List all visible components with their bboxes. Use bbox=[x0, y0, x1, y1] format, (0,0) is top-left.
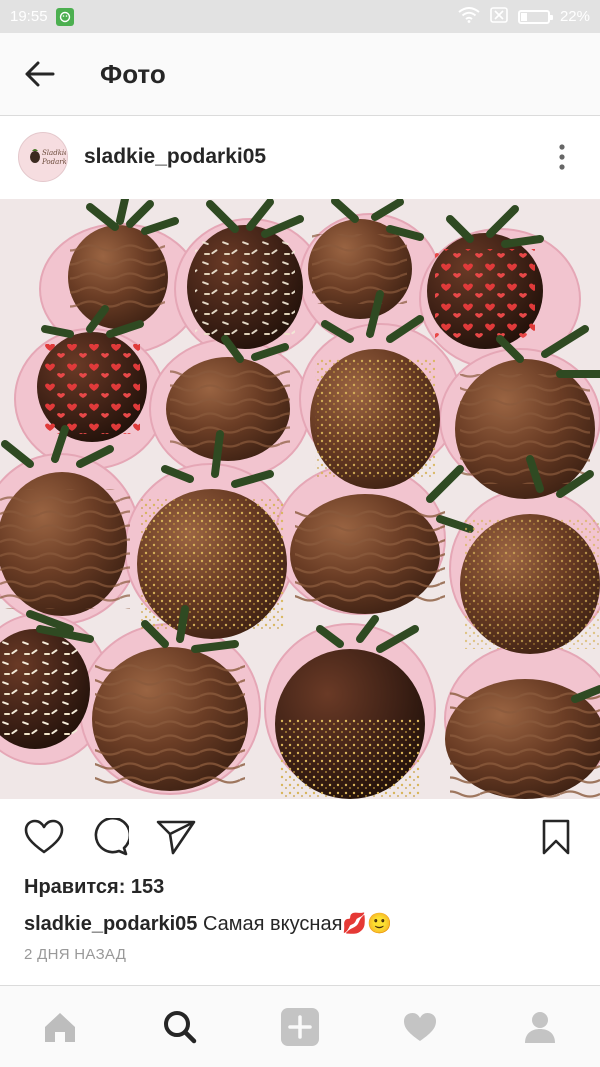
share-button[interactable] bbox=[154, 815, 198, 859]
likes-count[interactable]: Нравится: 153 bbox=[24, 876, 164, 899]
caption-username[interactable]: sladkie_podarki05 bbox=[24, 913, 197, 935]
likes-label: Нравится: bbox=[24, 876, 126, 898]
bookmark-icon bbox=[542, 819, 570, 855]
battery-icon bbox=[517, 9, 553, 24]
wifi-icon bbox=[458, 6, 480, 27]
profile-icon bbox=[525, 1011, 555, 1043]
nav-add[interactable] bbox=[270, 997, 330, 1057]
back-button[interactable] bbox=[0, 33, 80, 115]
post-header: Sladkie Podarki sladkie_podarki05 bbox=[0, 116, 600, 198]
comment-icon bbox=[94, 818, 129, 856]
post-timestamp: 2 ДНЯ НАЗАД bbox=[24, 946, 127, 963]
status-bar: 19:55 22% bbox=[0, 0, 600, 33]
more-options-button[interactable] bbox=[542, 127, 582, 187]
home-icon bbox=[45, 1012, 75, 1042]
likes-number: 153 bbox=[130, 876, 165, 898]
page-title: Фото bbox=[100, 58, 166, 89]
heart-icon bbox=[24, 819, 64, 854]
caption-text: Самая вкусная💋🙂 bbox=[203, 913, 393, 935]
strawberries-illustration bbox=[0, 199, 600, 799]
battery-fill bbox=[520, 12, 527, 21]
status-left: 19:55 bbox=[10, 7, 74, 26]
nav-activity[interactable] bbox=[390, 997, 450, 1057]
status-right: 22% bbox=[458, 6, 590, 27]
svg-text:Sladkie: Sladkie bbox=[42, 149, 66, 157]
app-notification-icon bbox=[55, 7, 74, 26]
avatar[interactable]: Sladkie Podarki bbox=[18, 132, 68, 182]
search-icon bbox=[164, 1010, 197, 1043]
nav-profile[interactable] bbox=[510, 997, 570, 1057]
more-vertical-icon bbox=[559, 144, 565, 170]
svg-text:Podarki: Podarki bbox=[41, 158, 66, 166]
comment-button[interactable] bbox=[88, 815, 132, 859]
caption: sladkie_podarki05 Самая вкусная💋🙂 bbox=[24, 911, 392, 936]
status-time: 19:55 bbox=[10, 8, 48, 25]
post-username[interactable]: sladkie_podarki05 bbox=[84, 145, 542, 169]
bottom-navigation bbox=[0, 985, 600, 1067]
nav-search[interactable] bbox=[150, 997, 210, 1057]
battery-percent: 22% bbox=[559, 8, 590, 25]
activity-icon bbox=[404, 1012, 436, 1041]
sim-icon bbox=[490, 6, 508, 27]
add-icon bbox=[281, 1007, 319, 1046]
like-button[interactable] bbox=[22, 815, 66, 859]
save-button[interactable] bbox=[534, 815, 578, 859]
app-bar: Фото bbox=[0, 33, 600, 116]
share-icon bbox=[156, 820, 196, 855]
arrow-left-icon bbox=[25, 61, 55, 87]
post-photo[interactable] bbox=[0, 199, 600, 799]
post-actions bbox=[0, 806, 600, 868]
nav-home[interactable] bbox=[30, 997, 90, 1057]
